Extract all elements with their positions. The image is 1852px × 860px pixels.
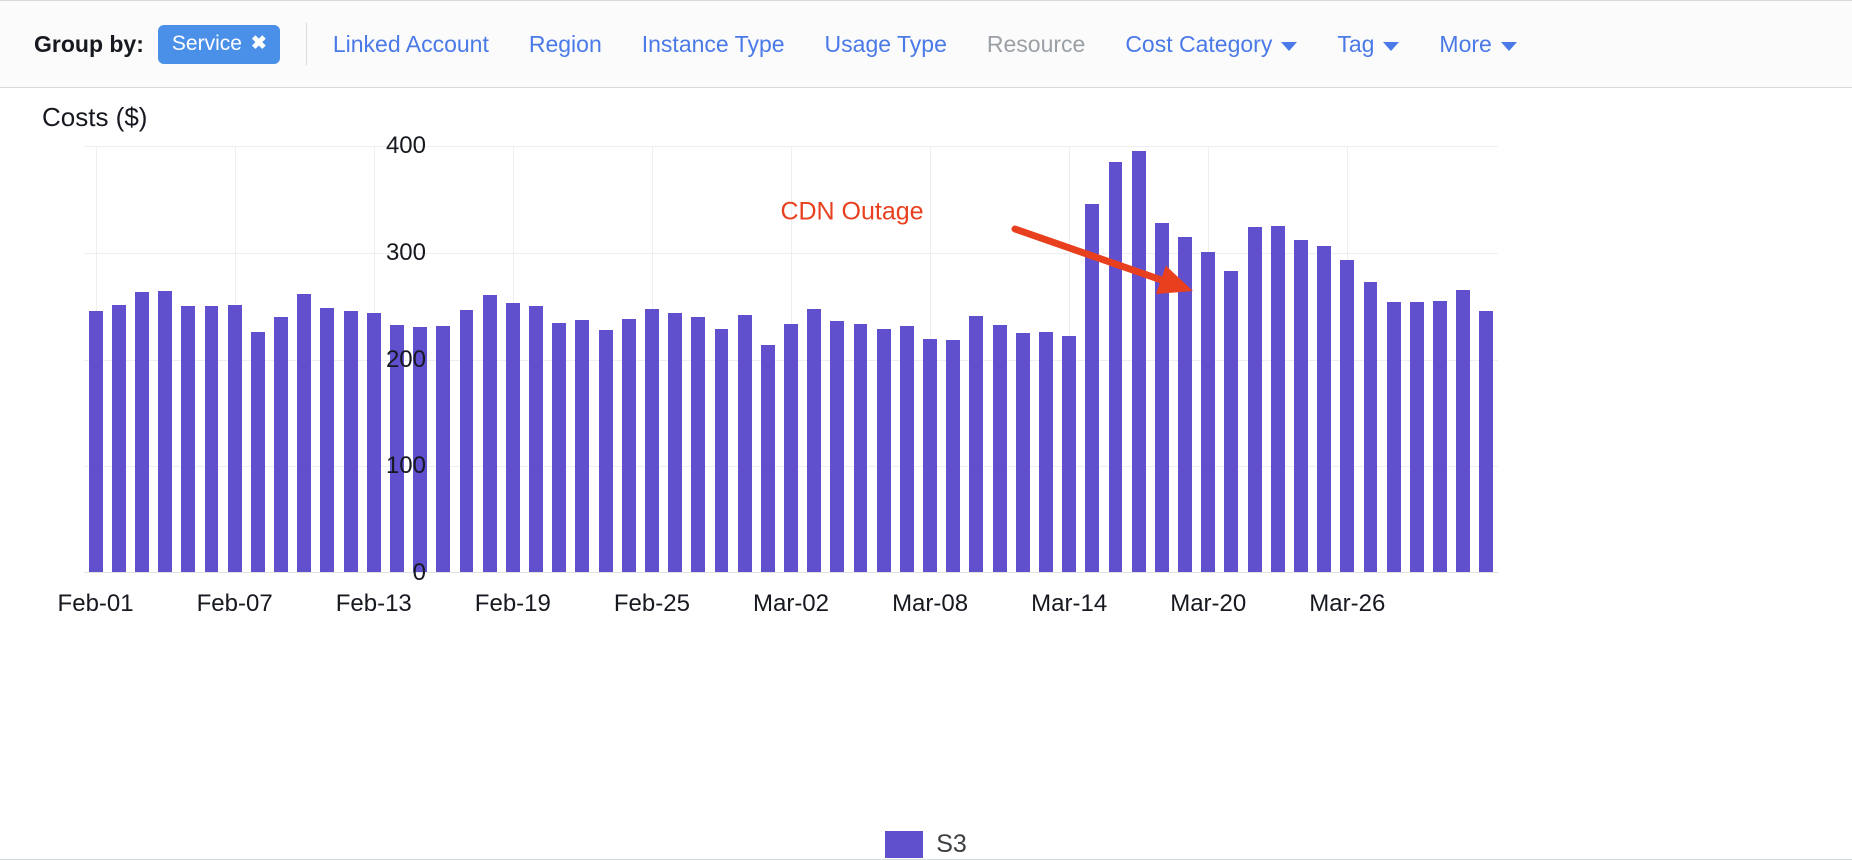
group-by-option-more[interactable]: More <box>1439 30 1517 58</box>
legend-item[interactable]: S3 <box>885 830 967 859</box>
chevron-down-icon <box>1383 41 1400 51</box>
option-label: Resource <box>986 30 1086 57</box>
group-by-option-region[interactable]: Region <box>529 31 602 58</box>
group-by-toolbar: Group by: Service ✖ Linked Account Regio… <box>0 0 1852 88</box>
chip-label: Service <box>171 31 242 55</box>
chevron-down-icon <box>1500 41 1517 51</box>
option-label: More <box>1439 30 1492 57</box>
option-label: Instance Type <box>641 30 785 57</box>
option-label: Cost Category <box>1125 30 1273 57</box>
group-by-chip-service[interactable]: Service ✖ <box>157 24 280 64</box>
legend-swatch <box>885 831 924 858</box>
close-icon[interactable]: ✖ <box>251 34 267 53</box>
group-by-option-instance-type[interactable]: Instance Type <box>642 31 785 58</box>
group-by-option-resource: Resource <box>987 31 1085 58</box>
option-label: Tag <box>1337 30 1375 57</box>
group-by-option-cost-category[interactable]: Cost Category <box>1125 30 1298 58</box>
annotation-arrow <box>1011 225 1193 294</box>
group-by-option-usage-type[interactable]: Usage Type <box>825 31 947 58</box>
option-label: Usage Type <box>824 30 947 57</box>
option-label: Region <box>528 30 602 57</box>
legend-label: S3 <box>936 830 967 858</box>
group-by-option-tag[interactable]: Tag <box>1337 30 1400 58</box>
group-by-label: Group by: <box>34 30 144 57</box>
toolbar-divider <box>305 23 307 65</box>
chevron-down-icon <box>1281 41 1298 51</box>
cost-explorer-panel: Group by: Service ✖ Linked Account Regio… <box>0 0 1852 860</box>
chart-legend: S3 <box>0 830 1852 859</box>
option-label: Linked Account <box>332 30 489 57</box>
group-by-option-linked-account[interactable]: Linked Account <box>333 31 489 58</box>
cost-chart-card: Costs ($) 0 100 200 300 400 Feb-01 Feb-07 Feb-… <box>0 88 1852 860</box>
